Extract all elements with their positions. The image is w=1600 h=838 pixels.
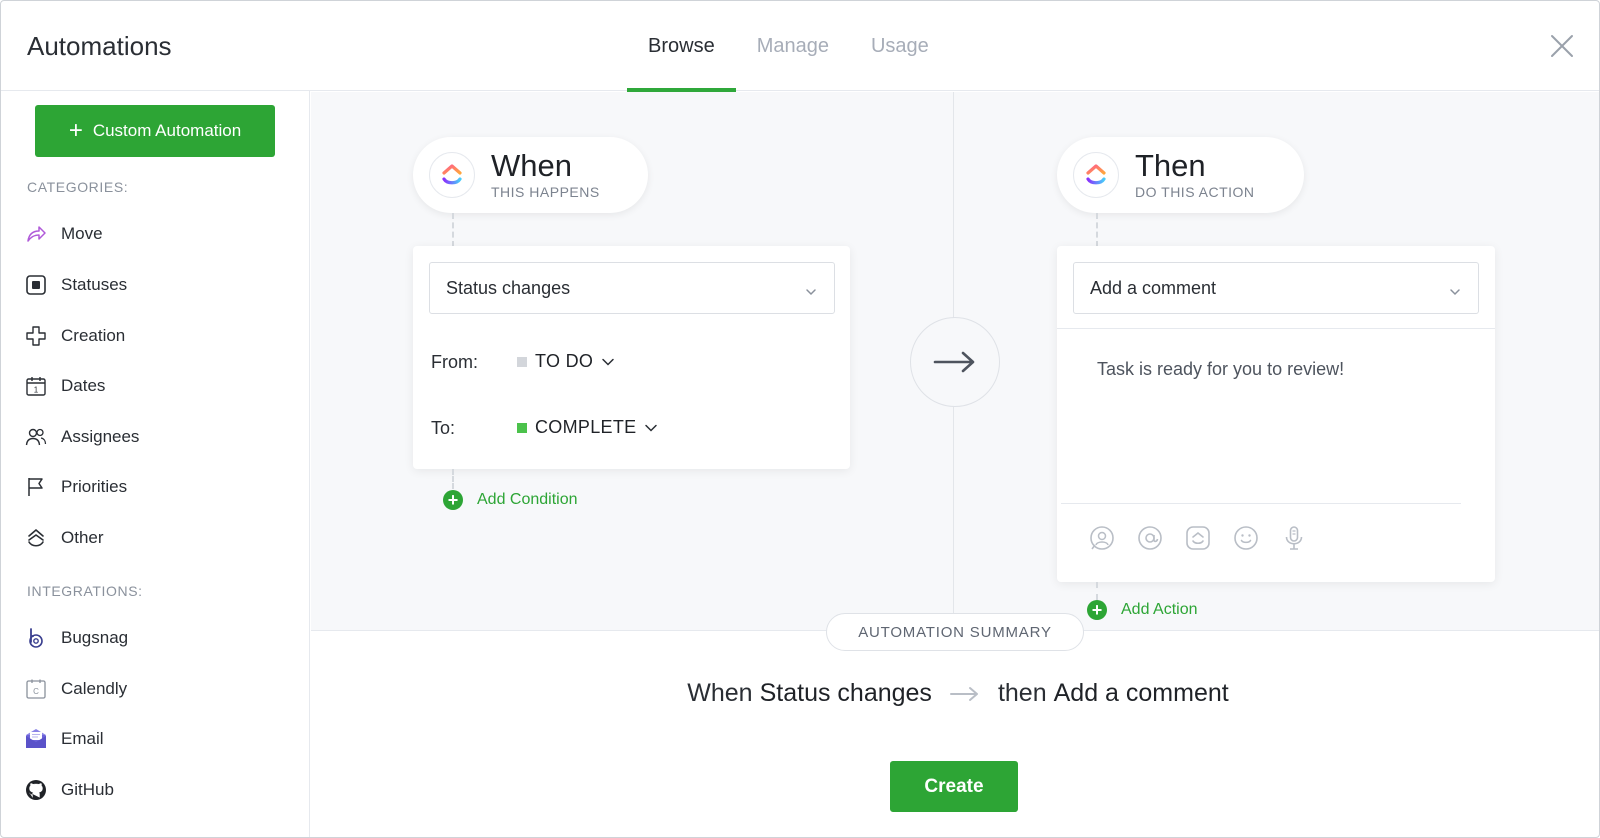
sidebar-item-creation[interactable]: Creation [25,321,125,351]
sidebar-item-email[interactable]: Email [25,724,104,754]
then-header: Then DO THIS ACTION [1057,137,1304,213]
from-status-value: TO DO [535,351,594,371]
mention-icon[interactable] [1137,525,1163,551]
modal-header: Automations Browse Manage Usage [1,1,1599,92]
add-condition-label: Add Condition [477,491,578,508]
add-condition-button[interactable]: + Add Condition [443,490,578,510]
custom-automation-label: Custom Automation [92,121,242,140]
add-circle-icon: + [443,490,463,510]
sidebar: + Custom Automation CATEGORIES: Move Sta… [1,91,310,837]
chevron-down-icon [644,417,658,438]
email-icon [25,728,47,750]
clickup-logo-icon [429,152,475,198]
tab-usage[interactable]: Usage [850,1,950,91]
chevron-down-icon [601,351,615,372]
sidebar-item-dates[interactable]: 1 Dates [25,371,105,401]
sidebar-item-label: Move [61,224,103,243]
clickup-outline-icon [25,527,47,549]
assign-comment-icon[interactable] [1089,525,1115,551]
sidebar-item-label: Statuses [61,275,128,294]
from-status-picker[interactable]: TO DO [517,351,615,372]
tab-manage[interactable]: Manage [736,1,850,91]
add-circle-icon: + [1087,600,1107,620]
sidebar-item-label: Other [61,528,104,547]
sidebar-item-label: Email [61,729,104,748]
emoji-icon[interactable] [1233,525,1259,551]
connector-line [452,213,454,247]
summary-then-value: Add a comment [1053,679,1229,707]
summary-then-word: then [997,679,1047,707]
then-title: Then [1135,148,1206,183]
sidebar-item-statuses[interactable]: Statuses [25,270,127,300]
sidebar-item-label: Priorities [61,477,128,496]
comment-input[interactable]: Task is ready for you to review! [1097,359,1344,380]
connector-line [1096,213,1098,247]
custom-automation-button[interactable]: + Custom Automation [35,105,275,157]
automation-summary-label: AUTOMATION SUMMARY [826,613,1084,651]
sidebar-item-label: Bugsnag [61,628,129,647]
plus-icon: + [68,117,83,144]
comment-toolbar [1089,525,1307,551]
modal-title: Automations [27,31,172,61]
close-icon[interactable] [1549,33,1575,59]
when-subtitle: THIS HAPPENS [491,184,600,200]
action-select-value: Add a comment [1090,277,1217,298]
microphone-icon[interactable] [1281,525,1307,551]
todo-status-swatch [517,356,527,367]
card-divider [1057,328,1495,329]
connector-line [452,469,454,489]
complete-status-swatch [517,422,527,433]
clickup-logo-icon [1073,152,1119,198]
tab-browse[interactable]: Browse [627,1,736,92]
flag-icon [25,476,47,498]
automation-summary: When Status changes then Add a comment [1,679,1599,708]
github-icon [25,779,47,801]
action-select[interactable]: Add a comment [1073,262,1479,314]
tab-bar: Browse Manage Usage [627,1,950,92]
people-icon [25,426,47,448]
trigger-select[interactable]: Status changes [429,262,835,314]
sidebar-item-github[interactable]: GitHub [25,775,114,805]
sidebar-item-label: Assignees [61,427,140,446]
bugsnag-icon [25,627,47,649]
sidebar-item-move[interactable]: Move [25,219,103,249]
chevron-down-icon [804,281,818,302]
calendar-icon: 1 [25,375,47,397]
integrations-label: INTEGRATIONS: [27,583,143,599]
trigger-card: Status changes From: TO DO To: COMPLETE [413,246,850,469]
sidebar-item-priorities[interactable]: Priorities [25,472,127,502]
svg-text:1: 1 [34,386,39,395]
clickup-app-icon[interactable] [1185,525,1211,551]
add-action-label: Add Action [1121,601,1198,618]
move-arrow-icon [25,223,47,245]
sidebar-item-label: GitHub [61,780,114,799]
comment-divider [1061,503,1461,504]
to-status-value: COMPLETE [535,417,637,437]
when-header: When THIS HAPPENS [413,137,648,213]
automations-modal: Automations Browse Manage Usage + Custom… [0,0,1600,838]
plus-outline-icon [25,325,47,347]
to-label: To: [431,418,456,438]
summary-when-value: Status changes [759,679,932,707]
add-action-button[interactable]: + Add Action [1087,600,1198,620]
connector-line [1096,582,1098,600]
to-status-picker[interactable]: COMPLETE [517,417,658,438]
sidebar-item-label: Dates [61,376,106,395]
trigger-select-value: Status changes [446,277,571,298]
then-subtitle: DO THIS ACTION [1135,184,1255,200]
categories-label: CATEGORIES: [27,179,129,195]
flow-arrow-icon [910,317,1000,407]
sidebar-item-other[interactable]: Other [25,523,104,553]
chevron-down-icon [1448,281,1462,302]
arrow-right-icon [949,686,980,702]
sidebar-item-label: Creation [61,326,126,345]
create-button[interactable]: Create [890,761,1018,812]
sidebar-item-bugsnag[interactable]: Bugsnag [25,623,128,653]
from-label: From: [431,352,478,372]
when-title: When [491,148,572,183]
sidebar-item-assignees[interactable]: Assignees [25,422,139,452]
summary-when-word: When [687,679,753,707]
status-square-icon [25,274,47,296]
